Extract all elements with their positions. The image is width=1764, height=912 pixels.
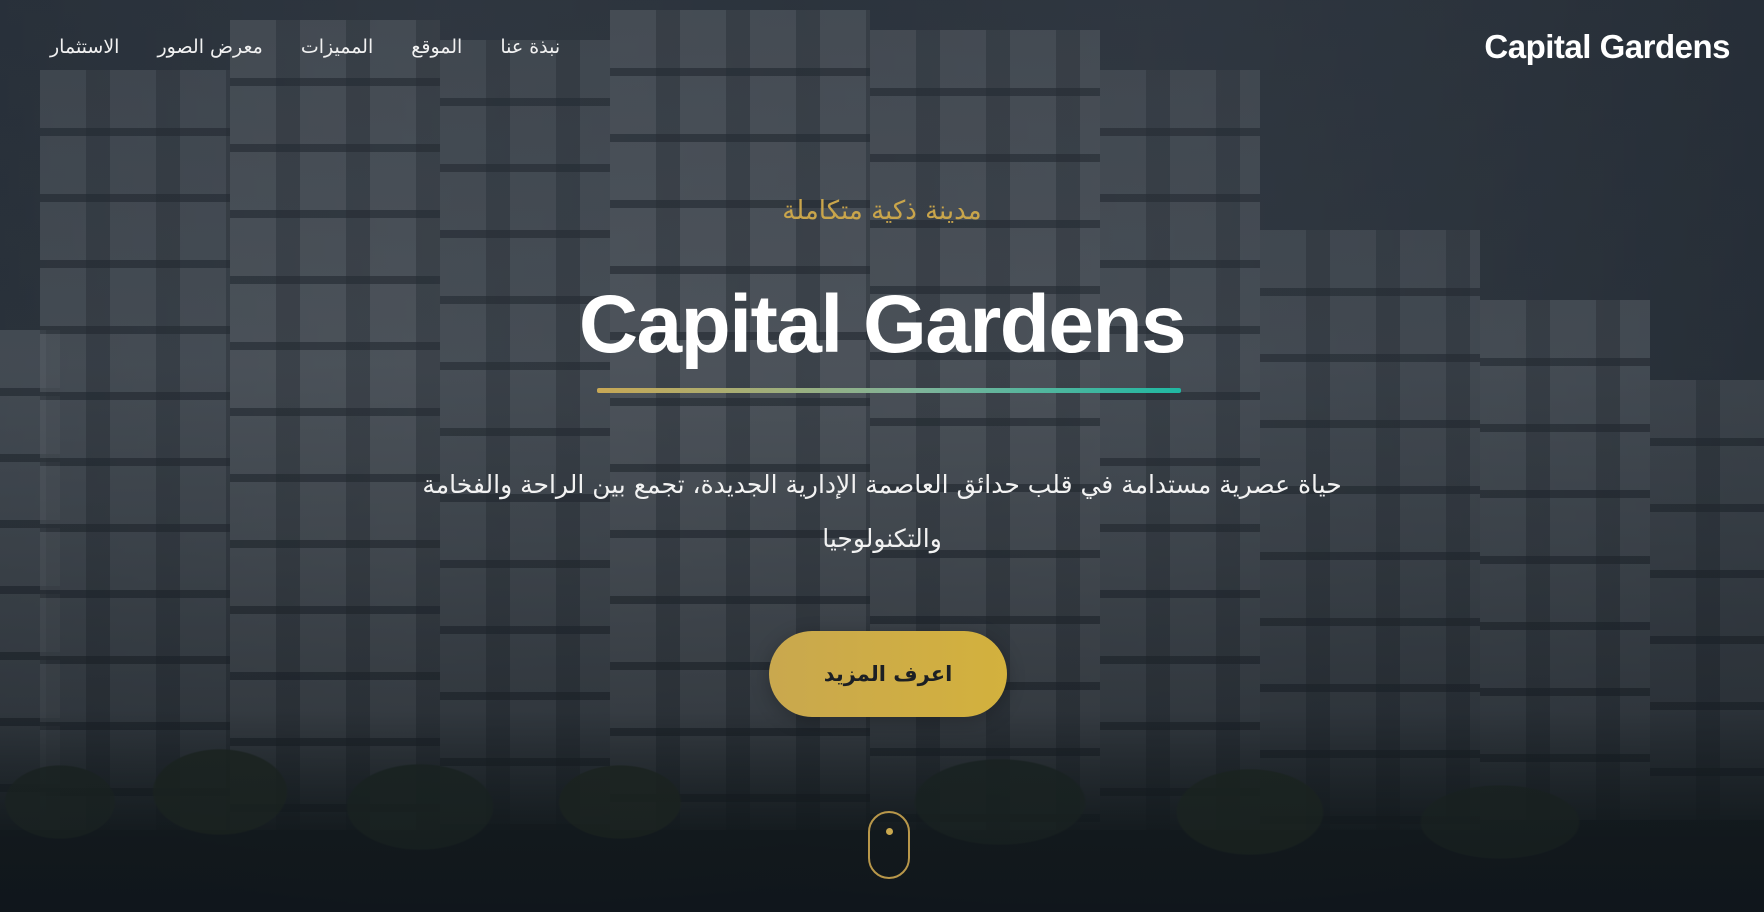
nav-link-location[interactable]: الموقع bbox=[411, 36, 462, 58]
hero-title: Capital Gardens bbox=[578, 279, 1187, 370]
learn-more-button[interactable]: اعرف المزيد bbox=[769, 631, 1007, 717]
nav-link-gallery[interactable]: معرض الصور bbox=[157, 36, 262, 58]
hero-overlay bbox=[0, 0, 1764, 912]
hero-tagline: مدينة ذكية متكاملة bbox=[782, 196, 982, 226]
top-navigation: نبذة عنا الموقع المميزات معرض الصور الاس… bbox=[0, 0, 1764, 94]
title-underline bbox=[597, 388, 1181, 393]
nav-links: نبذة عنا الموقع المميزات معرض الصور الاس… bbox=[50, 36, 560, 58]
hero-background bbox=[0, 0, 1764, 912]
brand-logo[interactable]: Capital Gardens bbox=[1484, 28, 1730, 66]
nav-link-investment[interactable]: الاستثمار bbox=[50, 36, 119, 58]
nav-link-features[interactable]: المميزات bbox=[301, 36, 373, 58]
scroll-down-indicator[interactable] bbox=[868, 811, 910, 879]
scroll-dot-icon bbox=[885, 828, 893, 835]
hero-description: حياة عصرية مستدامة في قلب حدائق العاصمة … bbox=[422, 470, 1342, 553]
nav-link-about[interactable]: نبذة عنا bbox=[500, 36, 560, 58]
